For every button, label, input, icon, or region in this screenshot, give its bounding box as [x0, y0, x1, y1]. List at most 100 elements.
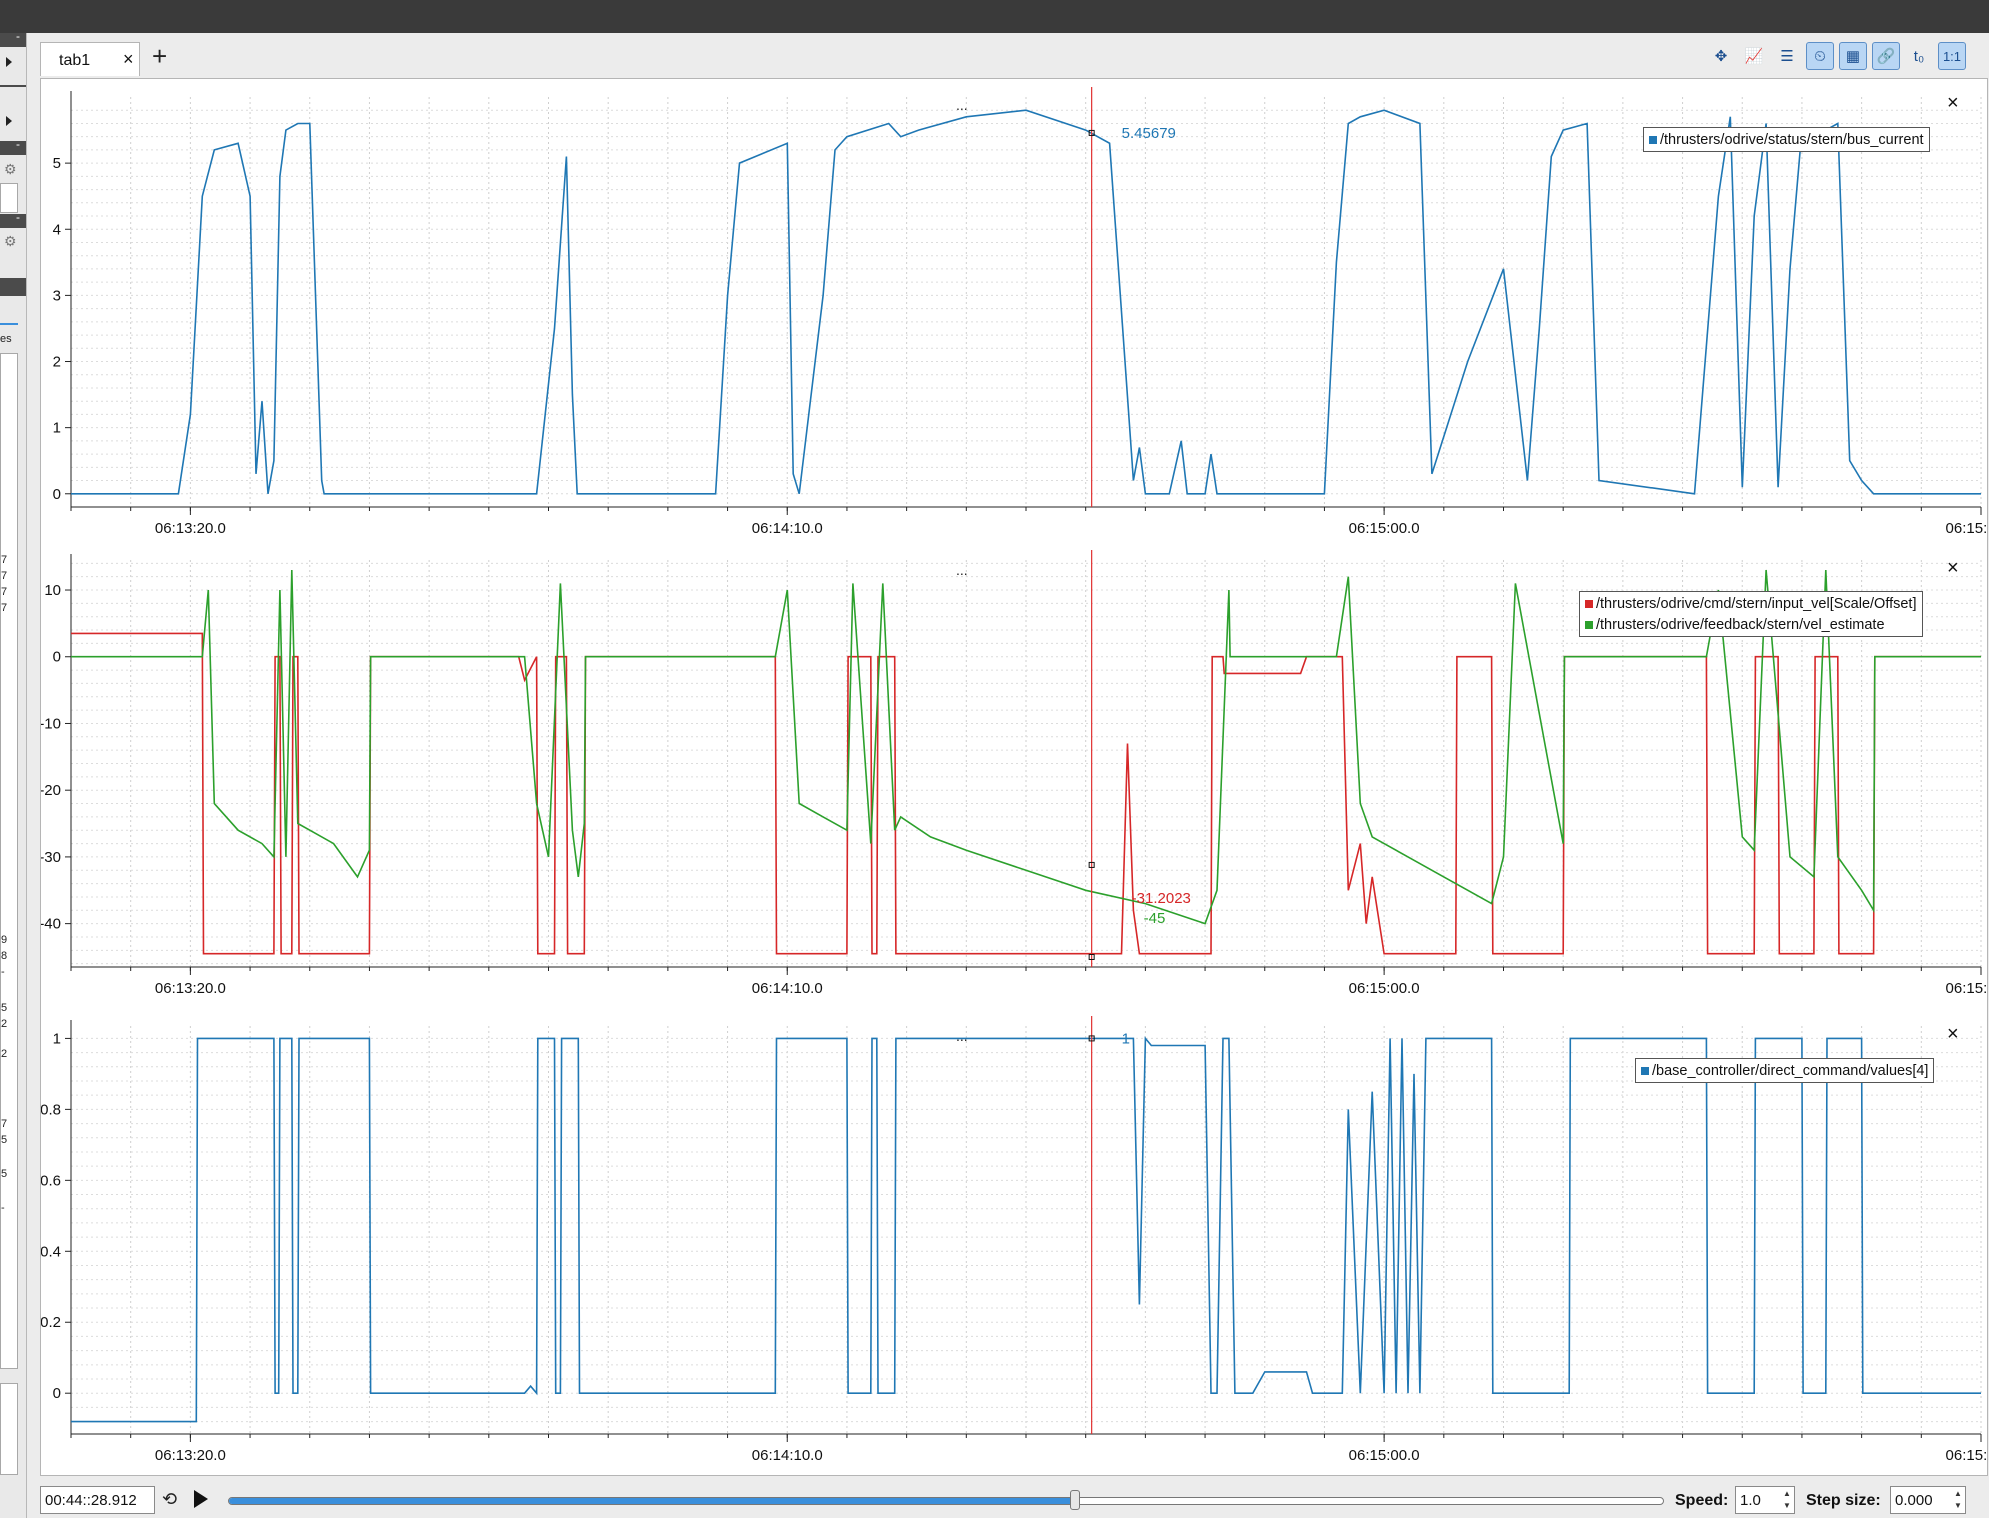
plot-direct-command[interactable]: 1 0.8 0.6 0.4 0.2 0 06:13:20.0 06:14:10.0 06:15:… [41, 1008, 1987, 1475]
close-plot-icon[interactable]: × [1947, 558, 1959, 578]
x-tick-label: 06:15:00.0 [1349, 520, 1420, 537]
legend-entry: /base_controller/direct_command/values[4… [1652, 1062, 1929, 1079]
ratio-icon[interactable]: 1:1 [1938, 42, 1966, 70]
left-side-panel: - - ⚙ - ⚙ es 7 7 7 7 9 8 - 5 2 2 7 5 5 - [0, 33, 27, 1518]
left-text-fragment: 2 [1, 1018, 8, 1030]
speed-spinbox[interactable]: 1.0 ▲ ▼ [1735, 1486, 1795, 1514]
left-text-fragment: 5 [1, 1002, 8, 1014]
window-titlebar [0, 0, 1989, 33]
legend-swatch [1585, 620, 1593, 629]
y-tick-label: 1 [53, 420, 61, 437]
plot-menu-dots[interactable]: ... [956, 562, 968, 578]
left-text-fragment: es [0, 333, 12, 345]
current-time-field[interactable]: 00:44::28.912 [40, 1486, 155, 1514]
legend[interactable]: /thrusters/odrive/cmd/stern/input_vel[Sc… [1579, 591, 1923, 637]
x-tick-label: 06:13:20.0 [155, 1447, 226, 1464]
left-text-fragment: 9 [1, 934, 8, 946]
tab-label: tab1 [59, 52, 91, 69]
plot-area[interactable]: 0 1 2 3 4 5 06:13:20.0 06:14:10.0 06:15:00.0 06:1… [40, 78, 1988, 1476]
panel-header [0, 278, 26, 296]
link-icon[interactable]: 🔗 [1872, 42, 1900, 70]
x-tick-label: 06:13:20.0 [155, 980, 226, 997]
x-tick-label: 06:13:20.0 [155, 520, 226, 537]
x-tick-label: 06:15:00.0 [1349, 980, 1420, 997]
y-tick-label: 0 [53, 649, 61, 666]
loop-icon[interactable]: ⟲ [162, 1489, 177, 1510]
timeline-progress [229, 1498, 1076, 1504]
axis-zoom-icon[interactable]: 📈 [1740, 42, 1768, 70]
y-tick-label: 0.8 [41, 1101, 61, 1118]
step-size-value: 0.000 [1895, 1492, 1933, 1509]
legend[interactable]: /thrusters/odrive/status/stern/bus_curre… [1643, 127, 1930, 152]
x-tick-label: 06:15:50.0 [1946, 1447, 1987, 1464]
y-tick-label: 4 [53, 221, 61, 238]
expand-arrow-icon[interactable] [6, 57, 12, 67]
timeline-slider[interactable] [228, 1497, 1664, 1505]
timeline-handle[interactable] [1070, 1490, 1081, 1510]
y-tick-label: 0.6 [41, 1172, 61, 1189]
expand-arrow-icon[interactable] [6, 116, 12, 126]
grid-icon[interactable]: ▦ [1839, 42, 1867, 70]
y-tick-label: 0.4 [41, 1243, 61, 1260]
panel-collapse-bar[interactable]: - [0, 210, 26, 228]
plot-menu-dots[interactable]: ... [956, 97, 968, 113]
close-tab-icon[interactable]: × [123, 49, 134, 70]
left-text-fragment: 7 [1, 554, 8, 566]
add-tab-button[interactable]: + [152, 42, 167, 70]
series-line [71, 1036, 1981, 1423]
step-size-label: Step size: [1806, 1492, 1881, 1509]
time-icon[interactable]: ⏲ [1806, 42, 1834, 70]
plot-velocity[interactable]: 10 0 -10 -20 -30 -40 06:13:20.0 06:14:10.0 06:15… [41, 542, 1987, 1008]
y-tick-label: 5 [53, 155, 61, 172]
curves-list-panel[interactable]: 7 7 7 7 9 8 - 5 2 2 7 5 5 - [0, 353, 18, 1369]
legend-swatch [1585, 599, 1593, 608]
gear-icon[interactable]: ⚙ [4, 161, 17, 178]
panel-collapse-bar[interactable]: - [0, 137, 26, 155]
speed-label: Speed: [1675, 1492, 1729, 1509]
plot-bus-current[interactable]: 0 1 2 3 4 5 06:13:20.0 06:14:10.0 06:15:00.0 06:1… [41, 79, 1987, 542]
speed-value: 1.0 [1740, 1492, 1761, 1509]
y-tick-label: 2 [53, 354, 61, 371]
left-text-fragment: 7 [1, 586, 8, 598]
panel-collapse-bar[interactable]: - [0, 33, 26, 47]
plot-menu-dots[interactable]: ... [956, 1028, 968, 1044]
step-size-spinbox[interactable]: 0.000 ▲ ▼ [1890, 1486, 1966, 1514]
t0-icon[interactable]: t₀ [1905, 42, 1933, 70]
y-tick-label: -40 [41, 916, 61, 933]
y-tick-label: 0 [53, 1385, 61, 1402]
left-text-fragment: 7 [1, 570, 8, 582]
y-tick-label: -30 [41, 849, 61, 866]
left-text-fragment: 7 [1, 602, 8, 614]
legend-entry: /thrusters/odrive/feedback/stern/vel_est… [1596, 616, 1885, 633]
tab-bar: tab1 × + [34, 40, 1988, 76]
left-text-fragment: 8 [1, 950, 8, 962]
left-text-fragment: 7 [1, 1118, 8, 1130]
left-text-fragment: 2 [1, 1048, 8, 1060]
lower-panel[interactable] [0, 1383, 18, 1475]
left-text-fragment: 5 [1, 1168, 8, 1180]
spin-box[interactable] [0, 183, 18, 213]
legend-swatch [1649, 135, 1657, 144]
play-button[interactable] [194, 1490, 208, 1508]
legend[interactable]: /base_controller/direct_command/values[4… [1635, 1058, 1935, 1083]
close-plot-icon[interactable]: × [1947, 93, 1959, 113]
tab-tab1[interactable]: tab1 × [40, 42, 140, 76]
y-tick-label: 10 [44, 582, 61, 599]
cursor-value-label: -45 [1144, 910, 1166, 927]
x-tick-label: 06:15:50.0 [1946, 520, 1987, 537]
y-tick-label: 3 [53, 287, 61, 304]
legend-swatch [1641, 1066, 1649, 1075]
spin-arrows-icon[interactable]: ▲ ▼ [1952, 1488, 1964, 1512]
list-icon[interactable]: ☰ [1773, 42, 1801, 70]
left-text-fragment: 5 [1, 1134, 8, 1146]
cursor-value-label: 1 [1122, 1030, 1130, 1047]
close-plot-icon[interactable]: × [1947, 1024, 1959, 1044]
y-tick-label: -10 [41, 715, 61, 732]
spin-arrows-icon[interactable]: ▲ ▼ [1781, 1488, 1793, 1512]
y-tick-label: 0.2 [41, 1314, 61, 1331]
x-tick-label: 06:14:10.0 [752, 520, 823, 537]
gear-icon[interactable]: ⚙ [4, 233, 17, 250]
move-icon[interactable]: ✥ [1707, 42, 1735, 70]
x-tick-label: 06:15:00.0 [1349, 1447, 1420, 1464]
legend-entry: /thrusters/odrive/status/stern/bus_curre… [1660, 131, 1924, 148]
